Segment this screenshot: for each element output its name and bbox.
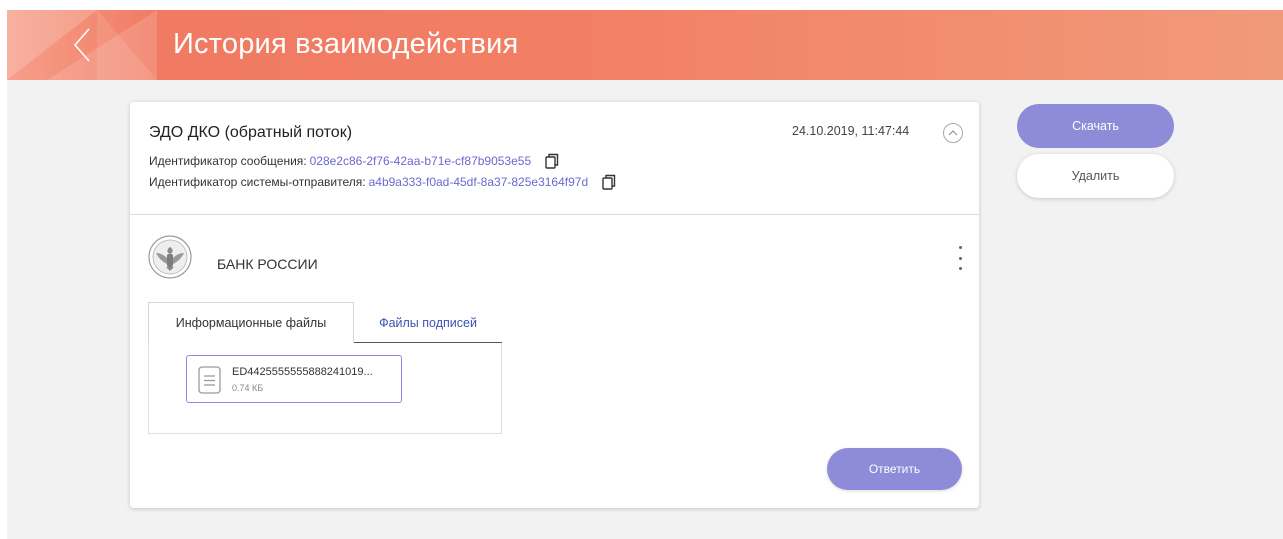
more-options-button[interactable] bbox=[952, 246, 968, 270]
tab-info-files[interactable]: Информационные файлы bbox=[148, 302, 354, 343]
copy-sender-id-button[interactable] bbox=[602, 174, 616, 190]
more-dot-icon bbox=[958, 256, 962, 260]
page-title: История взаимодействия bbox=[173, 28, 519, 60]
copy-icon bbox=[545, 153, 559, 169]
more-dot-icon bbox=[958, 246, 962, 249]
files-tabs: Информационные файлы Файлы подписей ED44… bbox=[148, 302, 502, 434]
bank-emblem-icon bbox=[148, 235, 192, 279]
page-header: История взаимодействия bbox=[7, 10, 1283, 80]
file-name: ED4425555555888241019... bbox=[232, 366, 373, 378]
tab-signature-files[interactable]: Файлы подписей bbox=[354, 302, 502, 343]
more-dot-icon bbox=[958, 267, 962, 270]
message-card: ЭДО ДКО (обратный поток) 24.10.2019, 11:… bbox=[130, 102, 979, 508]
sender-id-value: a4b9a333-f0ad-45df-8a37-825e3164f97d bbox=[368, 175, 589, 189]
file-size: 0.74 КБ bbox=[232, 383, 264, 393]
chevron-left-icon bbox=[73, 28, 90, 62]
file-item[interactable]: ED4425555555888241019... 0.74 КБ bbox=[186, 355, 402, 403]
reply-button[interactable]: Ответить bbox=[827, 448, 962, 490]
copy-message-id-button[interactable] bbox=[545, 153, 559, 169]
message-type: ЭДО ДКО (обратный поток) bbox=[149, 124, 353, 141]
download-button[interactable]: Скачать bbox=[1017, 104, 1174, 148]
header-decoration bbox=[97, 10, 157, 80]
chevron-up-icon bbox=[948, 130, 958, 136]
sender-name: БАНК РОССИИ bbox=[217, 256, 318, 272]
sender-id-row: Идентификатор системы-отправителя: a4b9a… bbox=[149, 174, 616, 190]
message-id-value: 028e2c86-2f76-42aa-b71e-cf87b9053e55 bbox=[309, 154, 532, 168]
message-id-row: Идентификатор сообщения: 028e2c86-2f76-4… bbox=[149, 153, 559, 169]
delete-button[interactable]: Удалить bbox=[1017, 154, 1174, 198]
sender-id-label: Идентификатор системы-отправителя: bbox=[149, 175, 366, 189]
tab-content: ED4425555555888241019... 0.74 КБ bbox=[148, 343, 502, 434]
message-id-label: Идентификатор сообщения: bbox=[149, 154, 307, 168]
back-button[interactable] bbox=[62, 25, 102, 65]
collapse-button[interactable] bbox=[943, 123, 963, 143]
copy-icon bbox=[602, 174, 616, 190]
document-icon bbox=[198, 366, 221, 394]
card-divider bbox=[130, 214, 979, 215]
message-datetime: 24.10.2019, 11:47:44 bbox=[792, 124, 910, 138]
